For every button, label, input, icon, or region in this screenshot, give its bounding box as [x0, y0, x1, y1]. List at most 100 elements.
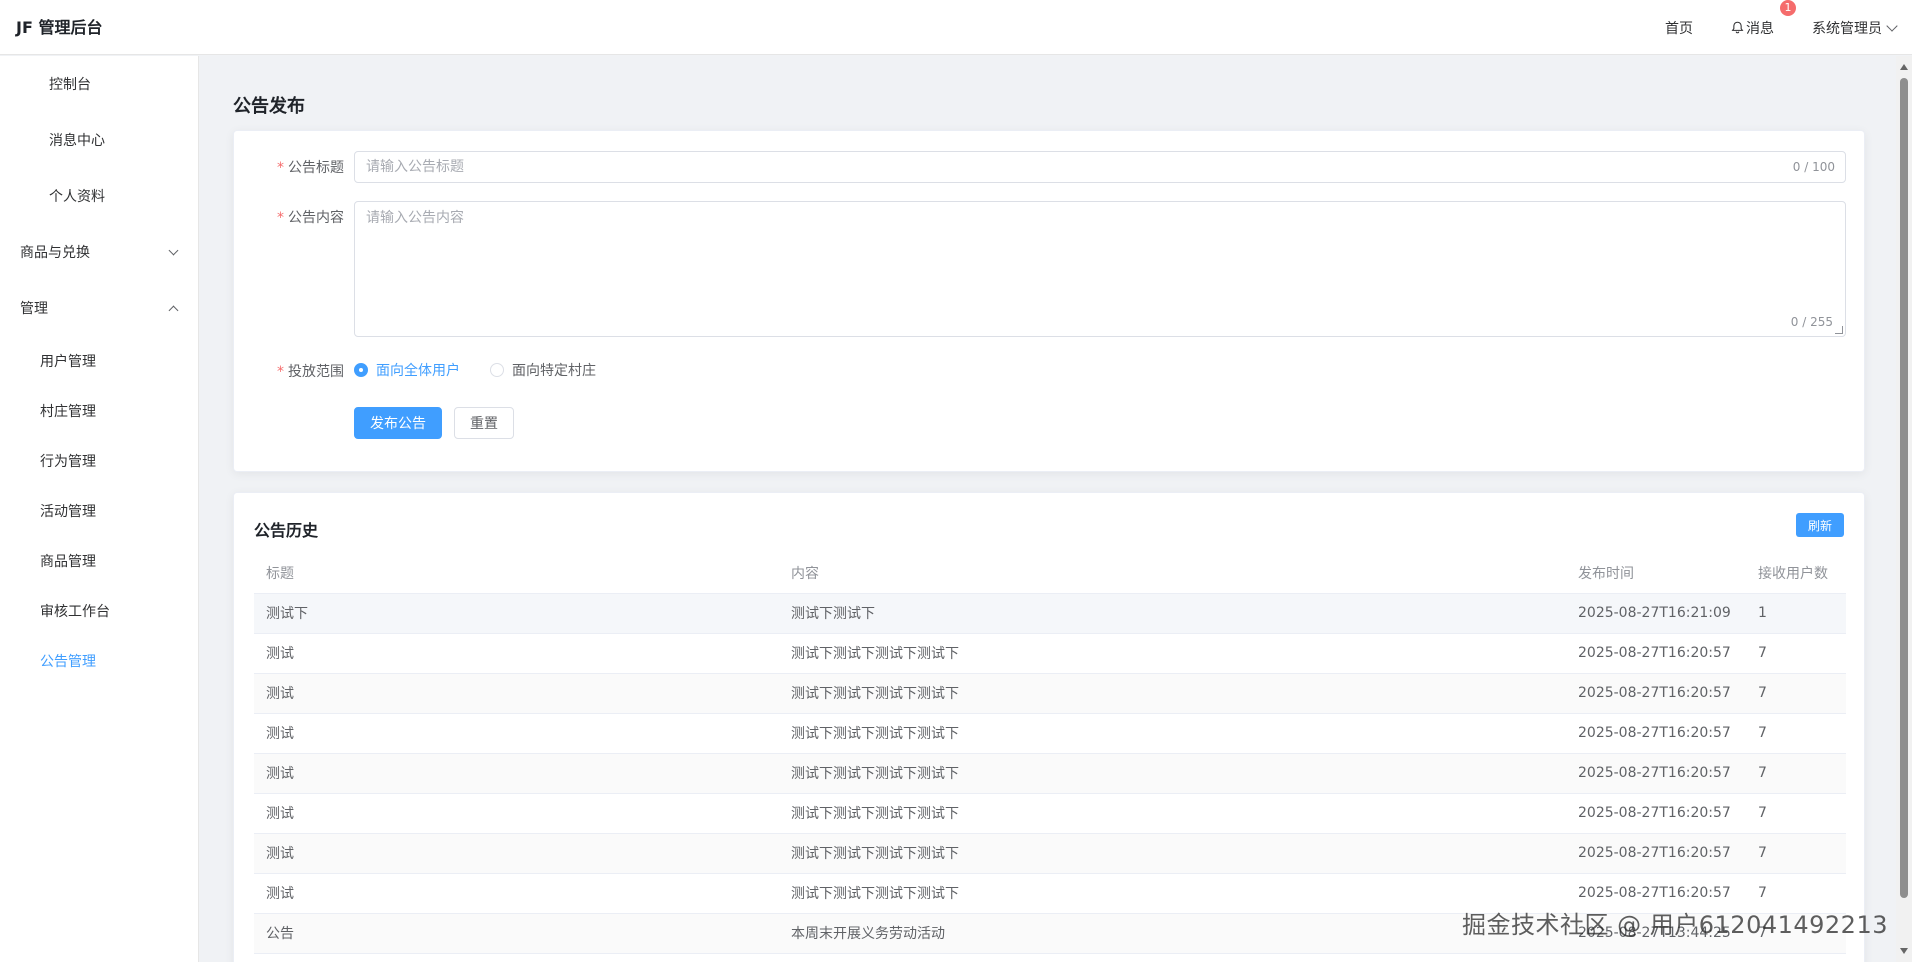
cell-content: 测试下测试下测试下测试下 — [779, 833, 1566, 874]
table-row[interactable]: 测试 测试下测试下测试下测试下 2025-08-27T16:20:57 7 — [254, 793, 1846, 834]
content-label: * 公告内容 — [234, 207, 344, 227]
user-name: 系统管理员 — [1812, 20, 1882, 37]
sidebar-group-goods[interactable]: 商品与兑换 — [0, 224, 199, 280]
scope-label-text: 投放范围 — [288, 364, 344, 380]
cell-title: 测试 — [254, 633, 779, 674]
column-header-recipients[interactable]: 接收用户数 — [1746, 553, 1846, 594]
chevron-up-icon — [168, 305, 179, 315]
sidebar-item-message-center[interactable]: 消息中心 — [0, 112, 199, 168]
content-char-count: 0 / 255 — [1790, 315, 1833, 329]
column-header-time[interactable]: 发布时间 — [1566, 553, 1746, 594]
sidebar-item-profile[interactable]: 个人资料 — [0, 168, 199, 224]
table-row[interactable]: 测试 测试下测试下测试下测试下 2025-08-27T16:20:57 7 — [254, 833, 1846, 874]
cell-time: 2025-08-27T16:20:57 — [1566, 633, 1746, 674]
sidebar-item-behavior-management[interactable]: 行为管理 — [0, 436, 199, 486]
cell-time: 2025-08-27T16:20:57 — [1566, 793, 1746, 834]
table-row[interactable]: 测试下 测试下测试下 2025-08-27T16:21:09 1 — [254, 593, 1846, 634]
chevron-down-icon — [1886, 19, 1898, 32]
page-title: 公告发布 — [233, 96, 305, 117]
app-logo: JF 管理后台 — [16, 18, 103, 37]
cell-recipients: 7 — [1746, 673, 1846, 714]
radio-checked-icon — [354, 363, 368, 377]
cell-recipients: 7 — [1746, 753, 1846, 794]
history-title: 公告历史 — [254, 521, 319, 540]
table-row[interactable]: 测试 测试下测试下测试下测试下 2025-08-27T16:20:57 7 — [254, 633, 1846, 674]
title-input[interactable]: 请输入公告标题 0 / 100 — [354, 151, 1846, 183]
sidebar-item-village-management[interactable]: 村庄管理 — [0, 386, 199, 436]
resize-handle-icon[interactable] — [1835, 326, 1843, 334]
bell-icon — [1731, 21, 1744, 34]
sidebar: 控制台 消息中心 个人资料 商品与兑换 管理 用户管理 村庄管理 行为管理 活动… — [0, 56, 199, 962]
scrollbar-thumb[interactable] — [1900, 78, 1908, 898]
sidebar-group-manage[interactable]: 管理 — [0, 280, 199, 336]
main-content: 公告发布 * 公告标题 请输入公告标题 0 / 100 * 公告内容 请输入公告内容… — [200, 56, 1896, 962]
chevron-down-icon — [168, 245, 179, 255]
cell-content: 测试下测试下测试下测试下 — [779, 713, 1566, 754]
column-header-title[interactable]: 标题 — [254, 553, 779, 594]
required-mark: * — [277, 210, 284, 226]
radio-unchecked-icon — [490, 363, 504, 377]
table-row[interactable]: 测试 测试下测试下测试下测试下 2025-08-27T16:20:57 7 — [254, 713, 1846, 754]
announcement-history: 公告历史 刷新 标题 内容 发布时间 接收用户数 测试下 测试下测试下 2025… — [233, 492, 1865, 962]
cell-title: 公告 — [254, 913, 779, 954]
publish-button[interactable]: 发布公告 — [354, 407, 442, 439]
cell-time: 2025-08-27T16:20:57 — [1566, 713, 1746, 754]
scroll-up-icon[interactable] — [1900, 64, 1908, 70]
cell-title: 测试 — [254, 713, 779, 754]
cell-time: 2025-08-27T16:20:57 — [1566, 753, 1746, 794]
content-placeholder: 请输入公告内容 — [366, 210, 464, 226]
table-row[interactable]: 测试 测试下测试下测试下测试下 2025-08-27T16:20:57 7 — [254, 673, 1846, 714]
cell-title: 测试 — [254, 833, 779, 874]
cell-content: 测试下测试下测试下测试下 — [779, 633, 1566, 674]
scope-all-label: 面向全体用户 — [376, 363, 460, 379]
scope-specific-label: 面向特定村庄 — [512, 363, 596, 379]
sidebar-item-activity-management[interactable]: 活动管理 — [0, 486, 199, 536]
messages-link[interactable]: 消息 1 — [1731, 0, 1796, 38]
cell-title: 测试 — [254, 753, 779, 794]
user-dropdown[interactable]: 系统管理员 — [1812, 18, 1898, 38]
scroll-down-icon[interactable] — [1900, 948, 1908, 954]
sidebar-group-manage-label: 管理 — [20, 301, 48, 317]
cell-title: 测试下 — [254, 593, 779, 634]
history-table: 标题 内容 发布时间 接收用户数 测试下 测试下测试下 2025-08-27T1… — [254, 553, 1846, 954]
cell-content: 测试下测试下测试下测试下 — [779, 873, 1566, 914]
announcement-form: * 公告标题 请输入公告标题 0 / 100 * 公告内容 请输入公告内容 0 / … — [233, 130, 1865, 472]
cell-title: 测试 — [254, 793, 779, 834]
cell-recipients: 7 — [1746, 713, 1846, 754]
title-label: * 公告标题 — [234, 157, 344, 177]
home-link[interactable]: 首页 — [1665, 18, 1693, 38]
content-textarea[interactable]: 请输入公告内容 0 / 255 — [354, 201, 1846, 337]
sidebar-item-review-workbench[interactable]: 审核工作台 — [0, 586, 199, 636]
cell-time: 2025-08-27T16:20:57 — [1566, 673, 1746, 714]
cell-content: 测试下测试下测试下测试下 — [779, 793, 1566, 834]
header-actions: 首页 消息 1 系统管理员 — [1665, 0, 1898, 55]
title-placeholder: 请输入公告标题 — [366, 159, 464, 175]
cell-content: 测试下测试下测试下测试下 — [779, 673, 1566, 714]
cell-content: 测试下测试下测试下测试下 — [779, 753, 1566, 794]
title-label-text: 公告标题 — [288, 160, 344, 176]
messages-label: 消息 — [1746, 20, 1774, 37]
column-header-content[interactable]: 内容 — [779, 553, 1566, 594]
title-char-count: 0 / 100 — [1792, 160, 1835, 174]
scope-all-radio[interactable]: 面向全体用户 — [354, 360, 460, 380]
sidebar-item-goods-management[interactable]: 商品管理 — [0, 536, 199, 586]
sidebar-item-user-management[interactable]: 用户管理 — [0, 336, 199, 386]
sidebar-item-dashboard[interactable]: 控制台 — [0, 56, 199, 112]
refresh-button[interactable]: 刷新 — [1796, 513, 1844, 537]
cell-recipients: 7 — [1746, 833, 1846, 874]
watermark: 掘金技术社区 @ 用户612041492213 — [1462, 911, 1888, 939]
reset-button[interactable]: 重置 — [454, 407, 514, 439]
table-row[interactable]: 测试 测试下测试下测试下测试下 2025-08-27T16:20:57 7 — [254, 753, 1846, 794]
cell-recipients: 7 — [1746, 633, 1846, 674]
required-mark: * — [277, 364, 284, 380]
sidebar-group-goods-label: 商品与兑换 — [20, 245, 90, 261]
message-badge: 1 — [1780, 0, 1796, 16]
scope-specific-radio[interactable]: 面向特定村庄 — [490, 360, 596, 380]
table-header-row: 标题 内容 发布时间 接收用户数 — [254, 553, 1846, 594]
cell-recipients: 7 — [1746, 793, 1846, 834]
sidebar-item-announcements[interactable]: 公告管理 — [0, 636, 199, 686]
cell-content: 测试下测试下 — [779, 593, 1566, 634]
page-scrollbar[interactable] — [1896, 56, 1912, 962]
required-mark: * — [277, 160, 284, 176]
scope-label: * 投放范围 — [234, 361, 344, 381]
